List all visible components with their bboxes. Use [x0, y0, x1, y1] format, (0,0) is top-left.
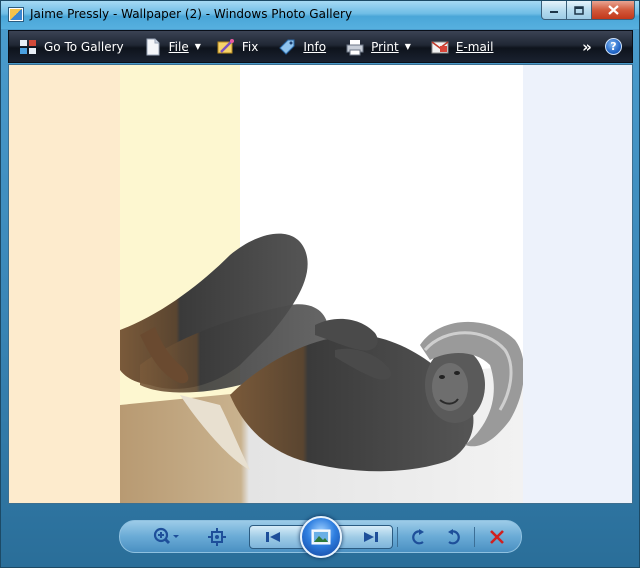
fit-window-icon — [208, 527, 226, 546]
fix-icon — [217, 38, 234, 53]
chevron-down-icon: ▼ — [404, 42, 411, 51]
command-toolbar: Go To Gallery File ▼ Fix Info Print ▼ E-… — [8, 30, 633, 63]
rotate-counterclockwise-icon — [412, 528, 424, 544]
file-label: File — [168, 39, 189, 54]
fit-window-button[interactable] — [202, 521, 232, 552]
email-icon — [431, 40, 449, 53]
gallery-icon — [20, 39, 36, 54]
maximize-button[interactable] — [567, 1, 592, 20]
info-button[interactable]: Info — [272, 34, 332, 60]
separator — [474, 527, 475, 547]
email-label: E-mail — [455, 39, 494, 54]
minimize-button[interactable] — [541, 1, 567, 20]
next-button[interactable] — [354, 526, 388, 548]
separator — [397, 527, 398, 547]
photo-viewer[interactable] — [8, 64, 633, 504]
fix-label: Fix — [241, 39, 259, 54]
info-icon — [279, 39, 295, 55]
go-to-gallery-label: Go To Gallery — [44, 39, 124, 54]
window-title: Jaime Pressly - Wallpaper (2) - Windows … — [30, 7, 353, 21]
delete-button[interactable] — [482, 521, 512, 552]
next-icon — [364, 532, 378, 542]
print-menu[interactable]: Print ▼ — [340, 34, 417, 60]
print-label: Print — [371, 39, 399, 54]
playback-control-bar — [119, 516, 522, 558]
slideshow-button[interactable] — [300, 516, 342, 558]
chevron-down-icon: ▼ — [194, 42, 201, 51]
rotate-counterclockwise-button[interactable] — [404, 521, 434, 552]
title-bar[interactable]: Jaime Pressly - Wallpaper (2) - Windows … — [1, 1, 639, 29]
info-label: Info — [303, 39, 327, 54]
zoom-button[interactable] — [146, 521, 186, 552]
background-band — [9, 65, 120, 503]
caption-buttons — [541, 1, 635, 20]
file-menu[interactable]: File ▼ — [138, 34, 207, 60]
previous-icon — [266, 532, 280, 542]
go-to-gallery-button[interactable]: Go To Gallery — [9, 34, 130, 60]
printer-icon — [346, 39, 364, 55]
photo-gallery-window: Jaime Pressly - Wallpaper (2) - Windows … — [0, 0, 640, 568]
help-icon: ? — [610, 40, 617, 53]
app-icon — [8, 7, 24, 22]
close-button[interactable] — [592, 1, 635, 20]
toolbar-right: » ? — [575, 38, 632, 56]
zoom-icon — [153, 527, 179, 544]
file-icon — [146, 38, 160, 55]
photo-image — [120, 233, 523, 503]
rotate-clockwise-button[interactable] — [438, 521, 468, 552]
previous-button[interactable] — [256, 526, 290, 548]
maximize-icon — [574, 5, 584, 15]
email-button[interactable]: E-mail — [425, 34, 500, 60]
background-band — [523, 65, 632, 503]
close-icon — [607, 5, 619, 15]
rotate-clockwise-icon — [448, 528, 460, 544]
minimize-icon — [550, 11, 558, 13]
fix-button[interactable]: Fix — [211, 34, 264, 60]
help-button[interactable]: ? — [605, 38, 622, 55]
delete-icon — [490, 529, 504, 544]
more-commands-button[interactable]: » — [575, 38, 599, 56]
slideshow-icon — [311, 529, 331, 545]
